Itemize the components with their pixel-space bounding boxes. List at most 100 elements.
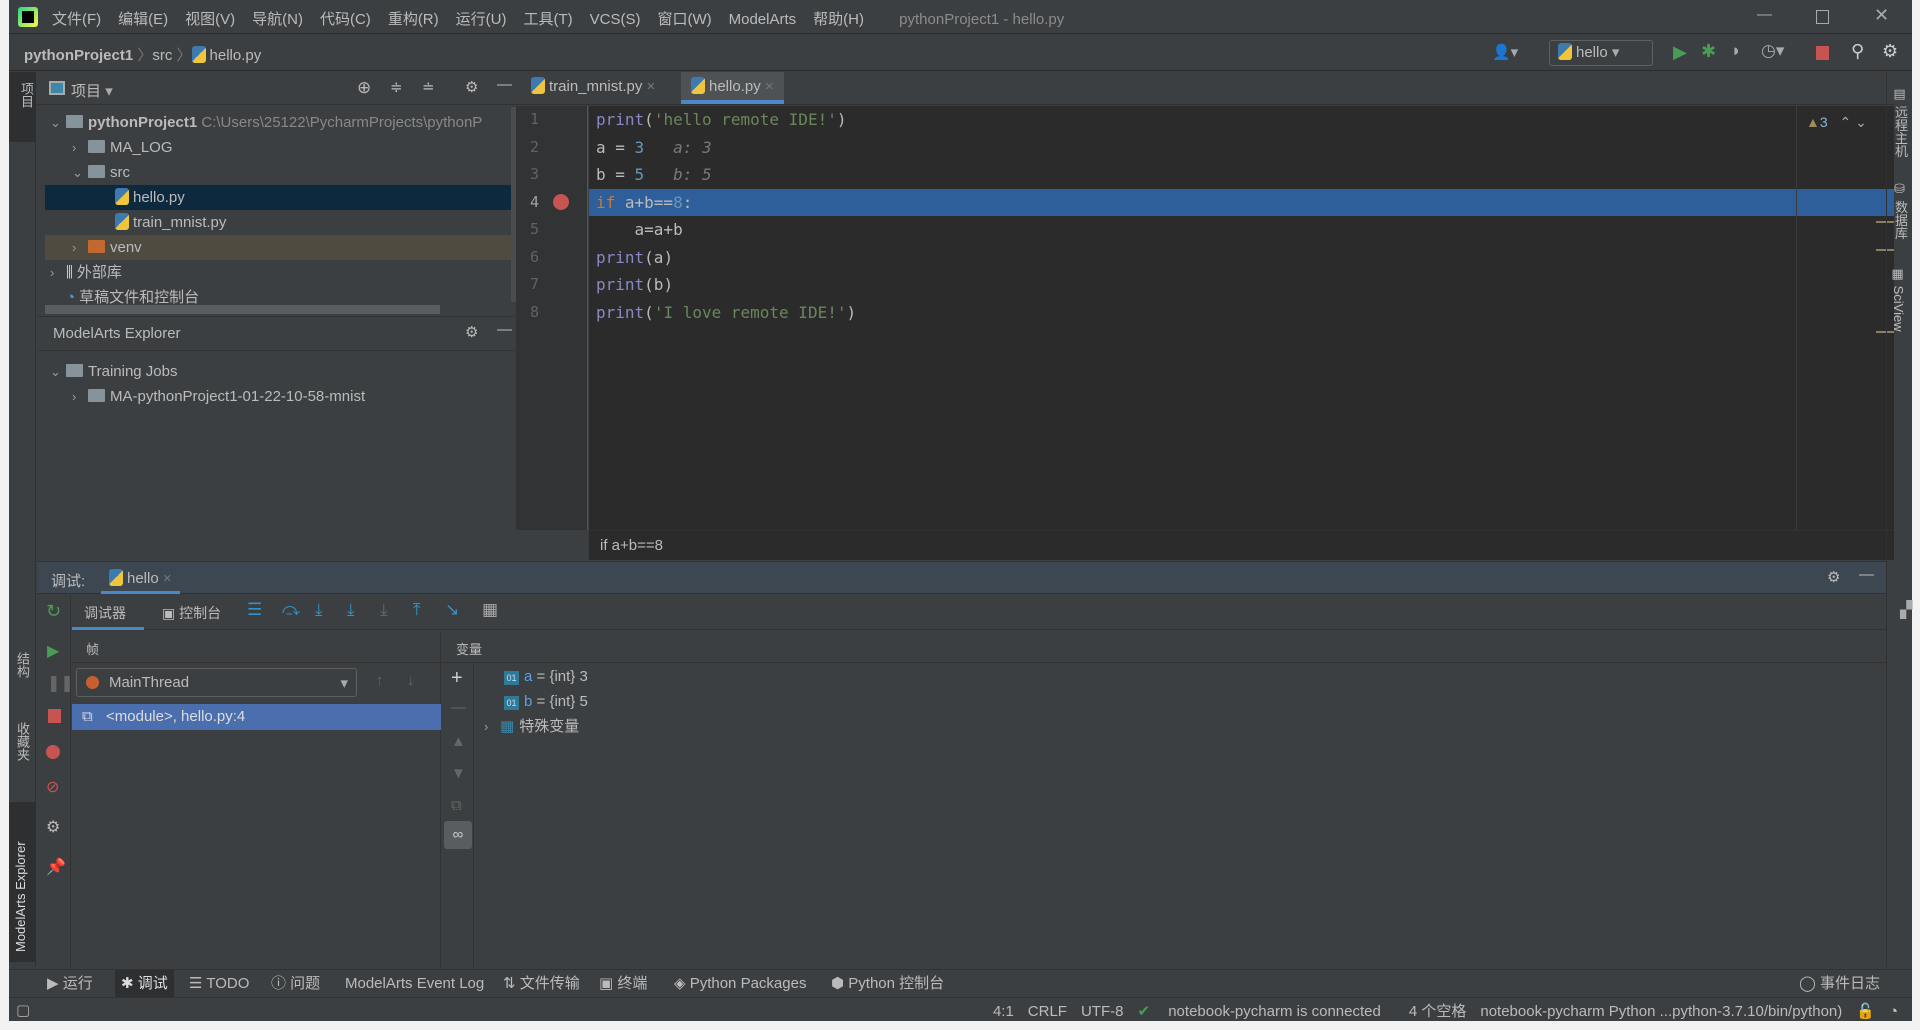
tool-tab-problems[interactable]: ⓘ 问题 [271,973,320,995]
tool-tab-todo[interactable]: ☰ TODO [189,973,249,995]
breadcrumb-src[interactable]: src [152,47,172,64]
locate-icon[interactable]: ⊕ [357,78,371,98]
add-watch-icon[interactable]: + [451,667,463,690]
stripe-favorites[interactable]: 收藏夹 [13,722,32,761]
menu-tools[interactable]: 工具(T) [523,11,572,28]
code-editor[interactable]: print('hello remote IDE!') a = 3 a: 3 b … [589,106,1894,530]
maximize-button[interactable] [1816,10,1829,24]
breadcrumb-project[interactable]: pythonProject1 [24,47,133,64]
tree-item-ma-log[interactable]: › MA_LOG [45,135,515,160]
collapse-all-icon[interactable]: ≐ [422,78,435,96]
tool-tab-debug[interactable]: ✱ 调试 [115,970,174,998]
tool-tab-file-transfer[interactable]: ⇅ 文件传输 [503,973,580,995]
project-view-select[interactable]: 项目 ▾ [71,80,113,101]
remove-watch-icon[interactable]: — [451,699,466,716]
file-encoding[interactable]: UTF-8 [1081,1003,1124,1020]
next-thread-icon[interactable]: ↓ [407,672,415,689]
search-icon[interactable]: ⚲ [1851,41,1864,62]
stripe-sciview[interactable]: ▦ SciView [1891,267,1906,332]
stripe-structure[interactable]: 结构 [13,652,32,678]
stripe-modelarts-explorer[interactable]: ModelArts Explorer [9,802,36,962]
special-variables[interactable]: › ▦ 特殊变量 [484,714,1886,739]
show-execution-point-icon[interactable]: ☰ [247,600,262,620]
force-step-into-icon[interactable]: ⤓ [380,600,388,620]
hide-icon[interactable]: — [497,76,512,93]
settings-icon[interactable]: ⚙ [1882,41,1898,62]
tab-debugger[interactable]: 调试器 [72,595,144,630]
pin-icon[interactable]: 📌 [46,857,66,877]
hide-icon[interactable]: — [497,321,512,338]
tree-item-project-root[interactable]: ⌄ pythonProject1 C:\Users\25122\PycharmPr… [45,110,515,135]
run-to-cursor-icon[interactable]: ↘ [445,600,459,620]
tree-item-venv[interactable]: › venv [45,235,515,260]
debug-icon[interactable]: ✱ [1701,41,1716,62]
stop-icon[interactable] [48,709,61,723]
tree-item-hello-py[interactable]: hello.py [45,185,515,210]
connection-status[interactable]: ✔ notebook-pycharm is connected [1137,1003,1394,1020]
breakpoint-icon[interactable] [553,194,569,210]
step-over-icon[interactable]: ⤼ [282,600,300,620]
stripe-project[interactable]: 项目 [9,72,36,142]
pause-icon[interactable]: ❚❚ [47,673,74,693]
tool-tab-run[interactable]: ▶ 运行 [47,973,93,995]
watches-toggle-icon[interactable]: ∞ [444,821,472,849]
line-separator[interactable]: CRLF [1028,1003,1067,1020]
thread-select[interactable]: MainThread ▾ [76,668,357,697]
move-down-icon[interactable]: ▼ [451,765,466,782]
menu-edit[interactable]: 编辑(E) [118,11,168,28]
variable-a[interactable]: 01 a = {int} 3 [504,664,1886,689]
toggle-tool-windows-icon[interactable]: ▢ [16,1001,30,1019]
run-icon[interactable]: ▶ [1673,42,1687,63]
run-config-select[interactable]: hello ▾ [1549,40,1653,66]
menu-modelarts[interactable]: ModelArts [729,11,797,28]
settings-icon[interactable]: ⚙ [46,817,60,837]
tree-item-src[interactable]: ⌄ src [45,160,515,185]
previous-thread-icon[interactable]: ↑ [376,672,384,689]
interpreter-setting[interactable]: notebook-pycharm Python ...python-3.7.10… [1480,1003,1842,1020]
expand-all-icon[interactable]: ≑ [390,78,403,96]
menu-run[interactable]: 运行(U) [456,11,507,28]
menu-refactor[interactable]: 重构(R) [388,11,439,28]
tab-train-mnist[interactable]: train_mnist.py × [521,72,665,104]
gear-icon[interactable]: ⚙ [465,78,478,96]
gear-icon[interactable]: ⚙ [465,323,478,341]
step-into-my-code-icon[interactable]: ⤓ [347,600,355,620]
caret-position[interactable]: 4:1 [993,1003,1014,1020]
editor-breadcrumb[interactable]: if a+b==8 [589,530,1894,560]
tool-tab-modelarts-event-log[interactable]: ModelArts Event Log [345,973,484,995]
rerun-icon[interactable]: ↻ [46,601,61,622]
stripe-remote-host[interactable]: ▤ 远程主机 [1891,87,1910,158]
view-breakpoints-icon[interactable] [46,745,60,759]
stop-icon[interactable] [1816,46,1829,60]
training-job-item[interactable]: › MA-pythonProject1-01-22-10-58-mnist [37,384,515,409]
breadcrumb-file[interactable]: hello.py [210,47,262,64]
lock-icon[interactable]: 🔓 [1856,1003,1875,1020]
menu-help[interactable]: 帮助(H) [813,11,864,28]
menu-code[interactable]: 代码(C) [320,11,371,28]
profile-icon[interactable]: ◷▾ [1761,41,1784,61]
menu-vcs[interactable]: VCS(S) [590,11,641,28]
debug-session-tab[interactable]: hello × [101,562,180,594]
tab-hello[interactable]: hello.py × [681,72,784,104]
evaluate-expression-icon[interactable]: ▦ [482,600,498,620]
tree-item-external-libraries[interactable]: › ⫼ 外部库 [45,260,515,285]
mute-breakpoints-icon[interactable]: ⊘ [46,777,59,797]
horizontal-scrollbar[interactable] [45,305,440,314]
tool-tab-python-console[interactable]: ⬢ Python 控制台 [831,973,944,995]
indent-setting[interactable]: 4 个空格 [1409,1003,1467,1020]
step-out-icon[interactable]: ⤒ [413,600,421,620]
tool-tab-python-packages[interactable]: ◈ Python Packages [674,973,806,995]
step-into-icon[interactable]: ⤓ [315,600,323,620]
event-log-button[interactable]: ◯ 事件日志 [1799,973,1880,995]
minimize-button[interactable]: — [1757,6,1772,23]
layout-icon[interactable]: ▞ [1900,600,1912,620]
menu-window[interactable]: 窗口(W) [657,11,711,28]
resume-icon[interactable]: ▶ [47,641,59,661]
tab-console[interactable]: ▣ 控制台 [162,603,221,623]
close-button[interactable]: ✕ [1874,5,1889,26]
gear-icon[interactable]: ⚙ [1827,568,1840,586]
hide-icon[interactable]: — [1859,566,1874,583]
coverage-icon[interactable]: ◗ [1731,41,1741,61]
notifications-icon[interactable]: ◔ [1889,1003,1898,1020]
move-up-icon[interactable]: ▲ [451,733,466,750]
